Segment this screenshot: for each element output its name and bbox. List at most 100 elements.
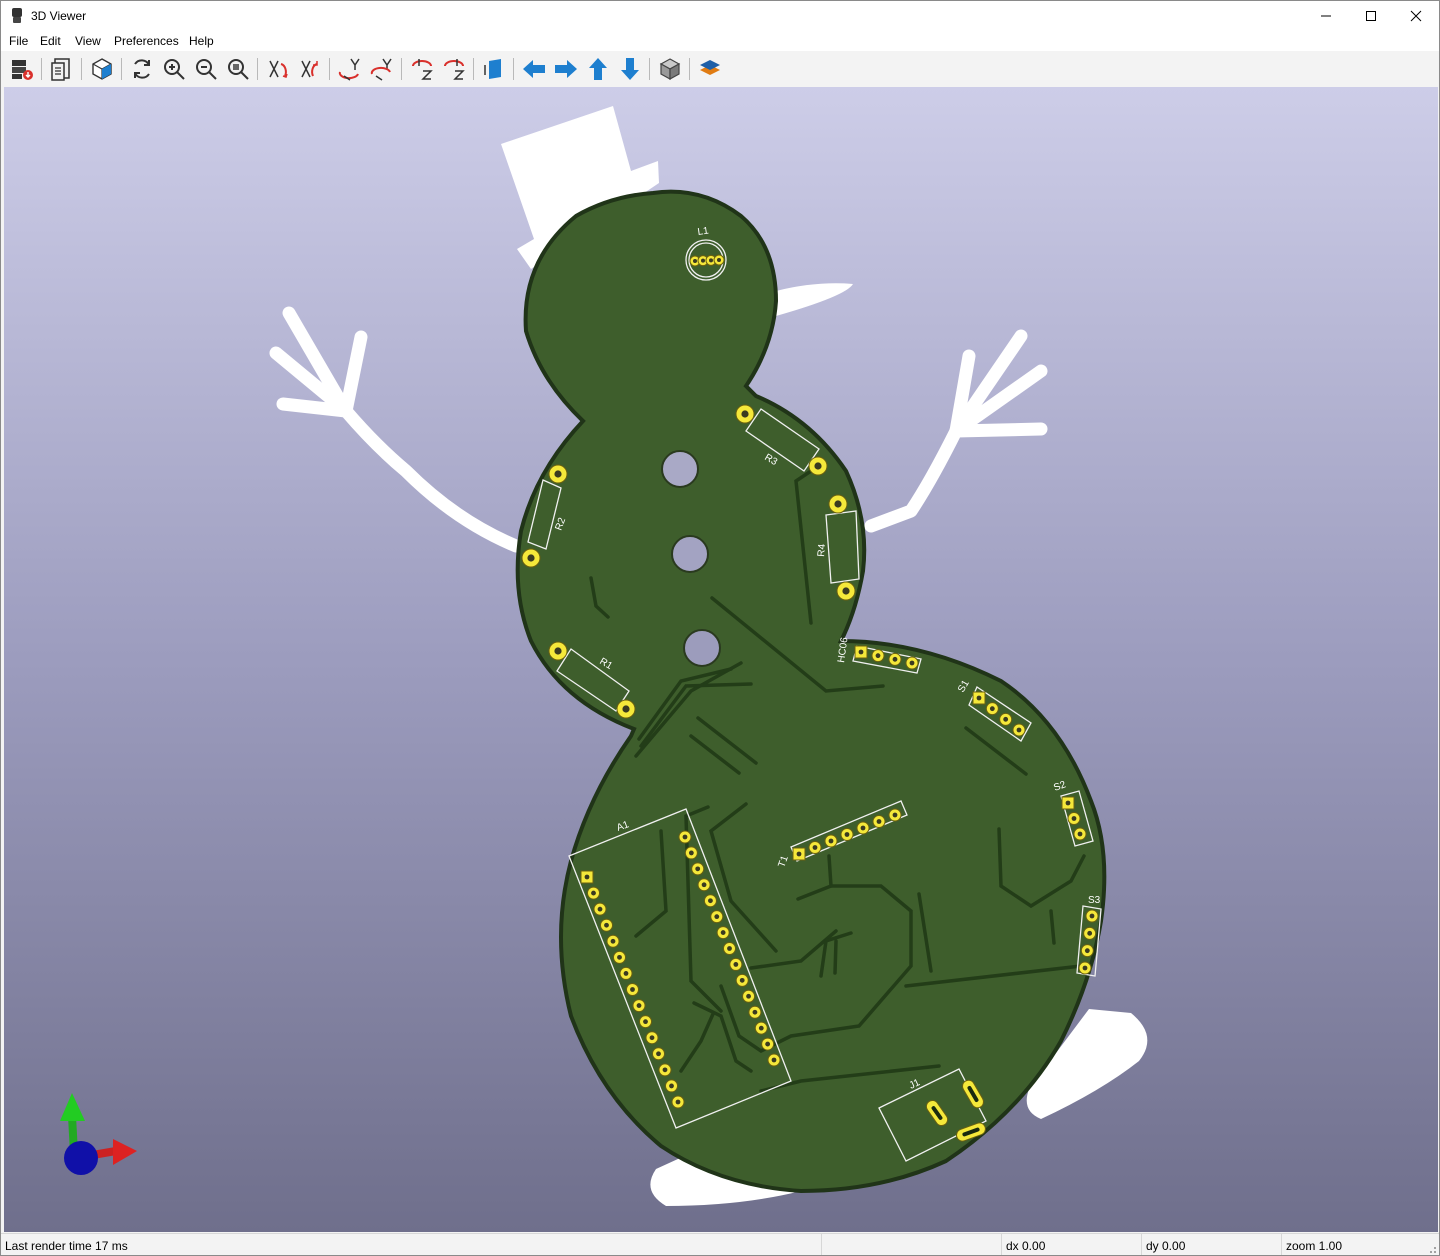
pan-up-button[interactable]: [583, 54, 613, 84]
flip-board-icon: [484, 59, 501, 79]
pad-hole: [739, 977, 745, 983]
pan-down-button[interactable]: [615, 54, 645, 84]
pan-left-button[interactable]: [519, 54, 549, 84]
pad-hole: [623, 971, 629, 976]
title-bar: 3D Viewer: [1, 1, 1439, 31]
zoom-fit-icon: [228, 59, 249, 80]
pad-hole: [771, 1057, 777, 1063]
menu-preferences[interactable]: Preferences: [114, 34, 179, 48]
menu-bar: File Edit View Preferences Help: [1, 31, 1439, 51]
rotate-x-ccw-button[interactable]: [295, 54, 325, 84]
pad-hole: [733, 962, 739, 967]
rotate-y-ccw-button[interactable]: [367, 54, 397, 84]
rotate-z-ccw-button[interactable]: [439, 54, 469, 84]
rotate-y-ccw-icon: [370, 58, 392, 81]
pad-hole: [875, 653, 881, 659]
pad-hole: [812, 845, 818, 850]
rotate-x-cw-button[interactable]: [263, 54, 293, 84]
viewer-window: 3D Viewer File Edit View Preferences Hel…: [0, 0, 1440, 1256]
copy-to-clipboard-button[interactable]: [47, 54, 77, 84]
rotate-x-cw-icon: [269, 60, 288, 78]
close-button[interactable]: [1393, 1, 1439, 31]
maximize-button[interactable]: [1348, 1, 1394, 31]
pad-hole: [844, 832, 850, 837]
pad-hole: [892, 656, 898, 662]
pad-hole: [741, 410, 749, 418]
pad-hole: [727, 946, 732, 951]
pad-hole: [720, 930, 726, 935]
app-icon: [12, 8, 22, 23]
pad-hole: [1089, 913, 1095, 919]
pad-hole: [976, 695, 982, 701]
dx-readout: dx 0.00: [1006, 1239, 1046, 1253]
rotate-z-cw-button[interactable]: [407, 54, 437, 84]
pad-hole: [1016, 727, 1022, 733]
pad-hole: [1065, 800, 1071, 806]
pad-hole: [708, 898, 713, 904]
pad-hole: [630, 987, 635, 992]
rotate-x-ccw-icon: [301, 60, 318, 78]
pad-hole: [643, 1019, 648, 1025]
pad-hole: [765, 1041, 771, 1047]
pad-hole: [695, 866, 701, 872]
status-bar: Last render time 17 ms dx 0.00 dy 0.00 z…: [1, 1233, 1439, 1255]
board-render: L1 R3 R2 R4 R1 HC06 S1 S2 S3 A1 T1 J1: [60, 106, 1148, 1206]
pad-hole: [604, 922, 609, 928]
pad-hole: [876, 819, 882, 824]
menu-file[interactable]: File: [9, 34, 28, 48]
arrow-down-icon: [621, 58, 639, 80]
pad-hole: [584, 874, 590, 880]
3d-viewport[interactable]: L1 R3 R2 R4 R1 HC06 S1 S2 S3 A1 T1 J1: [4, 87, 1438, 1232]
projection-toggle-button[interactable]: [655, 54, 685, 84]
rotate-y-cw-button[interactable]: [335, 54, 365, 84]
pad-hole: [617, 954, 622, 960]
export-image-icon: [12, 60, 33, 80]
minimize-button[interactable]: [1303, 1, 1349, 31]
pad-hole: [693, 259, 697, 263]
rotate-y-cw-icon: [338, 58, 360, 81]
pad-hole: [669, 1083, 674, 1089]
pad-hole: [834, 500, 842, 508]
pad-hole: [636, 1003, 642, 1008]
pad-hole: [892, 812, 898, 818]
pad-hole: [701, 258, 705, 263]
arrow-up-icon: [589, 58, 607, 80]
window-title: 3D Viewer: [31, 9, 87, 23]
export-image-button[interactable]: [7, 54, 37, 84]
pad-hole: [662, 1067, 668, 1073]
render-time-label: Last render time 17 ms: [5, 1239, 128, 1253]
minimize-icon: [1321, 15, 1331, 17]
maximize-icon: [1366, 11, 1376, 21]
clipboard-icon: [51, 58, 70, 81]
menu-help[interactable]: Help: [189, 34, 214, 48]
pan-right-button[interactable]: [551, 54, 581, 84]
zoom-fit-button[interactable]: [223, 54, 253, 84]
axis-gizmo: [60, 1093, 137, 1175]
zoom-in-icon: [164, 59, 185, 80]
pad-hole: [1003, 716, 1009, 722]
menu-view[interactable]: View: [75, 34, 101, 48]
pad-hole: [909, 660, 915, 666]
zoom-out-button[interactable]: [191, 54, 221, 84]
reload-board-button[interactable]: [127, 54, 157, 84]
menu-edit[interactable]: Edit: [40, 34, 61, 48]
render-options-button[interactable]: [87, 54, 117, 84]
layers-icon: [700, 60, 720, 75]
flip-board-button[interactable]: [479, 54, 509, 84]
cube-icon: [92, 58, 112, 80]
pad-hole: [860, 825, 866, 831]
pad-hole: [1071, 816, 1077, 821]
pad-hole: [656, 1051, 661, 1057]
pad-hole: [701, 882, 707, 888]
pad-hole: [1077, 831, 1083, 837]
resize-grip-icon[interactable]: [1427, 1244, 1437, 1254]
rotate-z-ccw-icon: [444, 59, 465, 80]
layer-visibility-button[interactable]: [695, 54, 725, 84]
pad-hole: [554, 470, 562, 478]
zoom-in-button[interactable]: [159, 54, 189, 84]
pad-hole: [714, 914, 720, 920]
pad-hole: [746, 993, 751, 999]
pad-hole: [675, 1099, 681, 1105]
zoom-out-icon: [196, 59, 217, 80]
toolbar: [1, 51, 1439, 87]
